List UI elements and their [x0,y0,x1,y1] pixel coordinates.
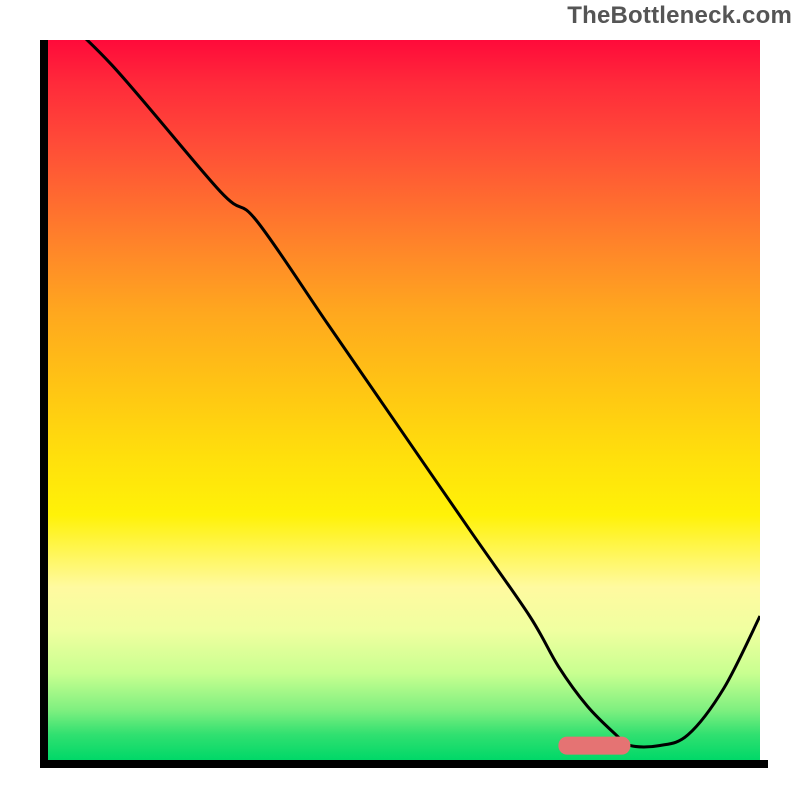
watermark-text: TheBottleneck.com [567,2,792,30]
bottleneck-curve [40,0,760,747]
optimal-range-marker [558,737,630,755]
plot-area [40,40,760,760]
curve-layer [40,40,760,760]
chart-stage: TheBottleneck.com [0,0,800,800]
